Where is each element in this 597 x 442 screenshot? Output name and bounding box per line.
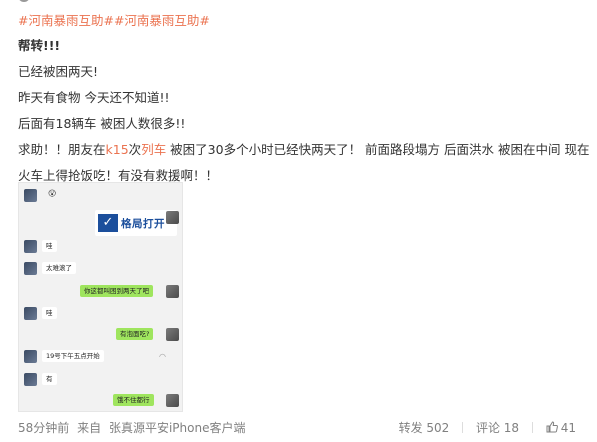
- avatar[interactable]: [18, 0, 30, 2]
- check-icon: ✓: [98, 214, 118, 232]
- like-count: 41: [560, 421, 576, 435]
- source-prefix: 来自: [77, 421, 102, 435]
- post-text: 帮转!!! 已经被困两天! 昨天有食物 今天还不知道!! 后面有18辆车 被困人…: [18, 33, 590, 189]
- post-line-text: 后面有18辆车 被困人数很多!!: [18, 116, 186, 131]
- post-line: 后面有18辆车 被困人数很多!!: [18, 111, 590, 137]
- post-line: 帮转!!!: [18, 33, 590, 59]
- hashtag-row: #河南暴雨互助##河南暴雨互助#: [18, 10, 210, 29]
- chat-screenshot-image[interactable]: 😮 ✓ 格局打开 哇 太难滚了 你这都叫困到两天了吧 哇 有泡面吃? 19号下午…: [18, 182, 183, 412]
- like-button[interactable]: 41: [546, 421, 576, 435]
- chat-avatar: [166, 211, 179, 224]
- repost-button[interactable]: 转发 502: [399, 419, 450, 436]
- post-line-text: 求助！！朋友在: [18, 142, 106, 157]
- chat-avatar: [24, 373, 37, 386]
- post-time[interactable]: 58分钟前: [18, 421, 69, 435]
- chat-avatar: [24, 307, 37, 320]
- divider: [462, 422, 464, 433]
- divider: [531, 422, 533, 433]
- train-number-link[interactable]: k15: [106, 142, 129, 157]
- chat-avatar: [166, 285, 179, 298]
- comment-button[interactable]: 评论 18: [476, 419, 519, 436]
- post-line-text: 帮转!!!: [18, 38, 61, 53]
- hashtag-link[interactable]: #河南暴雨互助#: [114, 13, 210, 28]
- post-footer: 58分钟前 来自 张真源平安iPhone客户端 转发 502 评论 18 41: [18, 419, 580, 435]
- chat-bubble: 哇: [42, 240, 57, 252]
- hashtag-link[interactable]: #河南暴雨互助#: [18, 13, 114, 28]
- chat-bubble: 饿不住都行: [113, 394, 154, 406]
- thumbs-up-icon: [546, 421, 558, 433]
- post-line-text: 昨天有食物 今天还不知道!!: [18, 90, 170, 105]
- loading-icon: ◠: [159, 352, 166, 361]
- chat-avatar: [24, 262, 37, 275]
- chat-bubble: 19号下午五点开始: [42, 350, 104, 362]
- chat-avatar: [166, 328, 179, 341]
- post-line-text: 已经被困两天!: [18, 64, 99, 79]
- chat-avatar: [24, 240, 37, 253]
- chat-avatar: [24, 350, 37, 363]
- chat-avatar: [166, 394, 179, 407]
- chat-bubble: 你这都叫困到两天了吧: [80, 285, 153, 297]
- post-line-text: 次: [128, 142, 142, 157]
- post-line: 昨天有食物 今天还不知道!!: [18, 85, 590, 111]
- chat-bubble: 哇: [42, 307, 57, 319]
- chat-bubble: 有: [42, 373, 57, 385]
- emoji-icon: 😮: [48, 189, 57, 198]
- image-card: ✓ 格局打开: [95, 210, 177, 236]
- post-source[interactable]: 张真源平安iPhone客户端: [109, 421, 246, 435]
- train-link[interactable]: 列车: [141, 142, 166, 157]
- chat-bubble: 太难滚了: [42, 262, 76, 274]
- chat-avatar: [24, 189, 37, 202]
- post-actions: 转发 502 评论 18 41: [399, 419, 576, 436]
- post-meta: 58分钟前 来自 张真源平安iPhone客户端: [18, 419, 249, 436]
- card-text: 格局打开: [121, 218, 165, 230]
- chat-bubble: 有泡面吃?: [116, 328, 154, 340]
- post-line: 已经被困两天!: [18, 59, 590, 85]
